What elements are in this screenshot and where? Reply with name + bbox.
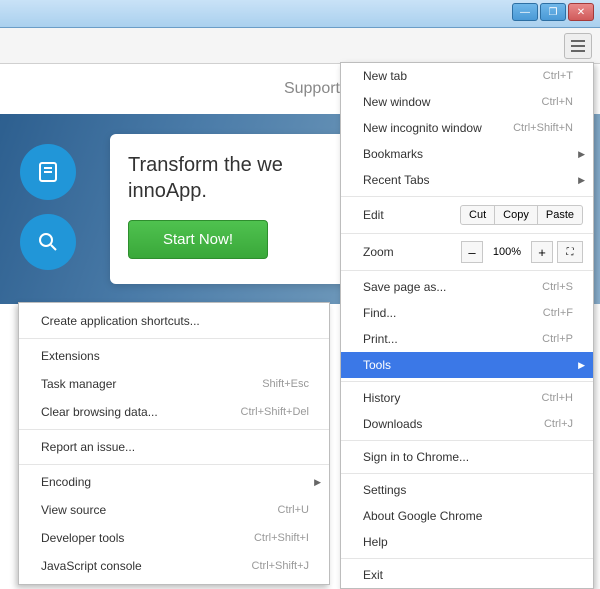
hero-heading: Transform the we innoApp. xyxy=(128,152,352,204)
copy-button[interactable]: Copy xyxy=(495,205,538,225)
chevron-right-icon: ▶ xyxy=(578,360,585,371)
browser-toolbar xyxy=(0,28,600,64)
menu-recent-tabs[interactable]: Recent Tabs▶ xyxy=(341,167,593,193)
menu-extensions[interactable]: Extensions xyxy=(19,342,329,370)
sheet-icon xyxy=(20,144,76,200)
menu-tools[interactable]: Tools▶ xyxy=(341,352,593,378)
zoom-in-button[interactable]: + xyxy=(531,241,553,263)
paste-button[interactable]: Paste xyxy=(538,205,583,225)
menu-about[interactable]: About Google Chrome xyxy=(341,503,593,529)
chevron-right-icon: ▶ xyxy=(578,149,585,160)
menu-edit-row: Edit Cut Copy Paste xyxy=(341,200,593,230)
chrome-main-menu: New tabCtrl+T New windowCtrl+N New incog… xyxy=(340,62,594,589)
fullscreen-button[interactable]: ⛶ xyxy=(557,241,583,263)
menu-new-incognito[interactable]: New incognito windowCtrl+Shift+N xyxy=(341,115,593,141)
support-link[interactable]: Support xyxy=(284,80,340,98)
zoom-out-button[interactable]: – xyxy=(461,241,483,263)
menu-signin[interactable]: Sign in to Chrome... xyxy=(341,444,593,470)
menu-new-tab[interactable]: New tabCtrl+T xyxy=(341,63,593,89)
chevron-right-icon: ▶ xyxy=(314,477,321,488)
menu-help[interactable]: Help xyxy=(341,529,593,555)
menu-new-window[interactable]: New windowCtrl+N xyxy=(341,89,593,115)
menu-view-source[interactable]: View sourceCtrl+U xyxy=(19,496,329,524)
menu-create-shortcuts[interactable]: Create application shortcuts... xyxy=(19,307,329,335)
menu-task-manager[interactable]: Task managerShift+Esc xyxy=(19,370,329,398)
close-button[interactable]: ✕ xyxy=(568,3,594,21)
chrome-menu-button[interactable] xyxy=(564,33,592,59)
menu-exit[interactable]: Exit xyxy=(341,562,593,588)
menu-save-as[interactable]: Save page as...Ctrl+S xyxy=(341,274,593,300)
menu-javascript-console[interactable]: JavaScript consoleCtrl+Shift+J xyxy=(19,552,329,580)
maximize-button[interactable]: ❐ xyxy=(540,3,566,21)
menu-downloads[interactable]: DownloadsCtrl+J xyxy=(341,411,593,437)
menu-zoom-row: Zoom – 100% + ⛶ xyxy=(341,237,593,267)
cut-button[interactable]: Cut xyxy=(460,205,495,225)
window-titlebar: — ❐ ✕ xyxy=(0,0,600,28)
menu-developer-tools[interactable]: Developer toolsCtrl+Shift+I xyxy=(19,524,329,552)
tools-submenu: Create application shortcuts... Extensio… xyxy=(18,302,330,585)
menu-find[interactable]: Find...Ctrl+F xyxy=(341,300,593,326)
search-icon xyxy=(20,214,76,270)
menu-clear-browsing-data[interactable]: Clear browsing data...Ctrl+Shift+Del xyxy=(19,398,329,426)
menu-encoding[interactable]: Encoding▶ xyxy=(19,468,329,496)
zoom-value: 100% xyxy=(487,246,527,258)
hero-card: Transform the we innoApp. Start Now! xyxy=(110,134,370,284)
menu-bookmarks[interactable]: Bookmarks▶ xyxy=(341,141,593,167)
menu-print[interactable]: Print...Ctrl+P xyxy=(341,326,593,352)
minimize-button[interactable]: — xyxy=(512,3,538,21)
chevron-right-icon: ▶ xyxy=(578,175,585,186)
menu-report-issue[interactable]: Report an issue... xyxy=(19,433,329,461)
menu-settings[interactable]: Settings xyxy=(341,477,593,503)
start-now-button[interactable]: Start Now! xyxy=(128,220,268,259)
menu-history[interactable]: HistoryCtrl+H xyxy=(341,385,593,411)
